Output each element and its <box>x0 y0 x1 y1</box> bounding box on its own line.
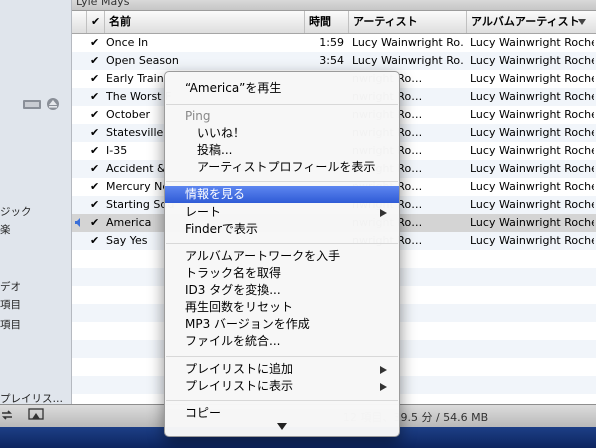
menu-separator <box>166 243 398 244</box>
track-time: 1:59 <box>319 36 344 49</box>
track-album-artist: Lucy Wainwright Roche <box>470 54 594 67</box>
column-header: ✔ 名前 時間 アーティスト アルバムアーティスト <box>72 11 596 34</box>
menu-item-rating[interactable]: レート <box>165 204 399 221</box>
menu-item-create-mp3[interactable]: MP3 バージョンを作成 <box>165 316 399 333</box>
menu-separator <box>166 400 398 401</box>
menu-header-ping: Ping <box>185 109 211 123</box>
sidebar-item-movies[interactable]: 楽 <box>0 222 11 237</box>
menu-item-get-info[interactable]: 情報を見る <box>165 186 399 203</box>
menu-item-convert-id3[interactable]: ID3 タグを変換... <box>165 282 399 299</box>
track-checkbox[interactable]: ✔ <box>90 34 99 52</box>
sidebar-item-music[interactable]: ジック <box>0 204 32 219</box>
track-album-artist: Lucy Wainwright Roche <box>470 180 594 193</box>
sort-ascending-icon <box>578 19 586 25</box>
track-checkbox[interactable]: ✔ <box>90 88 99 106</box>
menu-item-reset-plays[interactable]: 再生回数をリセット <box>165 299 399 316</box>
track-album-artist: Lucy Wainwright Roche <box>470 90 594 103</box>
table-row[interactable]: ✔ Once In 1:59 Lucy Wainwright Ro… Lucy Wain… <box>72 34 596 52</box>
album-strip: Lyle Mays <box>72 0 596 11</box>
sidebar-item-videos[interactable]: デオ <box>0 279 21 294</box>
track-checkbox[interactable]: ✔ <box>90 70 99 88</box>
sidebar-item-label: 項目 <box>0 319 21 331</box>
track-checkbox[interactable]: ✔ <box>90 160 99 178</box>
menu-item-play[interactable]: “America”を再生 <box>165 80 399 97</box>
menu-item-artist-profile[interactable]: アーティストプロフィールを表示 <box>165 159 399 176</box>
menu-item-add-to-playlist[interactable]: プレイリストに追加 <box>165 361 399 378</box>
menu-separator <box>166 181 398 182</box>
track-checkbox[interactable]: ✔ <box>90 124 99 142</box>
table-row[interactable]: ✔ Open Season 3:54 Lucy Wainwright Ro… Lucy … <box>72 52 596 70</box>
sidebar-item-recent-added[interactable]: 項目 <box>0 297 21 312</box>
menu-separator <box>166 356 398 357</box>
menu-item-copy[interactable]: コピー <box>165 405 399 422</box>
submenu-arrow-icon <box>380 366 387 374</box>
track-checkbox[interactable]: ✔ <box>90 142 99 160</box>
track-artist: Lucy Wainwright Ro… <box>352 54 464 67</box>
submenu-arrow-icon <box>380 209 387 217</box>
track-artist: Lucy Wainwright Ro… <box>352 36 464 49</box>
track-checkbox[interactable]: ✔ <box>90 232 99 250</box>
menu-item-show-in-finder[interactable]: Finderで表示 <box>165 221 399 238</box>
scroll-down-icon[interactable] <box>277 423 287 430</box>
device-eject-icon[interactable] <box>23 97 61 111</box>
sidebar-item-recent-played[interactable]: 項目 <box>0 317 21 332</box>
sidebar-item-label: デオ <box>0 281 21 293</box>
menu-item-show-in-playlist[interactable]: プレイリストに表示 <box>165 378 399 395</box>
track-checkbox[interactable]: ✔ <box>90 196 99 214</box>
track-album-artist: Lucy Wainwright Roche <box>470 234 594 247</box>
track-name: Once In <box>106 36 149 49</box>
track-checkbox[interactable]: ✔ <box>90 106 99 124</box>
sidebar-item-label: ジック <box>0 206 32 218</box>
track-album-artist: Lucy Wainwright Roche <box>470 144 594 157</box>
context-menu: “America”を再生 Ping いいね！ 投稿... アーティストプロフィー… <box>164 71 400 437</box>
track-album-artist: Lucy Wainwright Roche <box>470 162 594 175</box>
sidebar-item-label: 楽 <box>0 224 11 236</box>
column-name[interactable]: 名前 <box>104 11 304 33</box>
menu-item-post[interactable]: 投稿... <box>165 142 399 159</box>
menu-item-get-track-names[interactable]: トラック名を取得 <box>165 265 399 282</box>
track-name: Open Season <box>106 54 179 67</box>
track-album-artist: Lucy Wainwright Roche <box>470 108 594 121</box>
repeat-icon[interactable] <box>0 408 14 422</box>
column-time[interactable]: 時間 <box>304 11 348 33</box>
track-album-artist: Lucy Wainwright Roche <box>470 198 594 211</box>
track-album-artist: Lucy Wainwright Roche <box>470 126 594 139</box>
submenu-arrow-icon <box>380 383 387 391</box>
album-strip-title: Lyle Mays <box>76 0 130 8</box>
menu-separator <box>166 104 398 105</box>
column-artist[interactable]: アーティスト <box>348 11 466 33</box>
track-album-artist: Lucy Wainwright Roche <box>470 216 594 229</box>
now-playing-speaker-icon <box>75 218 80 227</box>
sidebar-item-label: 項目 <box>0 299 21 311</box>
track-checkbox[interactable]: ✔ <box>90 52 99 70</box>
menu-item-like[interactable]: いいね！ <box>165 125 399 142</box>
menu-item-consolidate[interactable]: ファイルを統合... <box>165 333 399 350</box>
track-album-artist: Lucy Wainwright Roche <box>470 72 594 85</box>
track-album-artist: Lucy Wainwright Roche <box>470 36 594 49</box>
airplay-icon[interactable] <box>28 408 44 422</box>
sidebar: ジック 楽 デオ 項目 項目 プレイリス… <box>0 0 72 405</box>
column-album-artist[interactable]: アルバムアーティスト <box>466 11 596 33</box>
track-checkbox[interactable]: ✔ <box>90 178 99 196</box>
menu-item-get-artwork[interactable]: アルバムアートワークを入手 <box>165 248 399 265</box>
track-time: 3:54 <box>319 54 344 67</box>
track-checkbox[interactable]: ✔ <box>90 214 99 232</box>
column-check[interactable]: ✔ <box>86 11 104 33</box>
